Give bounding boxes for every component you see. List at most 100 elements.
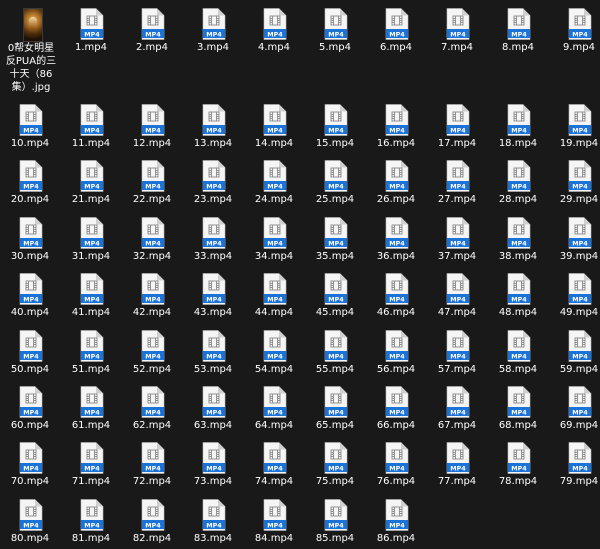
file-item-mp4[interactable]: MP4 1.mp4 <box>61 4 121 58</box>
file-item-image[interactable]: 0帮女明星 反PUA的三 十天（86 集）.jpg <box>1 4 61 100</box>
file-item-mp4[interactable]: MP4 47.mp4 <box>427 269 487 323</box>
file-item-mp4[interactable]: MP4 78.mp4 <box>488 438 548 492</box>
file-item-mp4[interactable]: MP4 80.mp4 <box>0 495 60 549</box>
file-item-mp4[interactable]: MP4 31.mp4 <box>61 213 121 267</box>
file-item-mp4[interactable]: MP4 59.mp4 <box>549 326 600 380</box>
file-item-mp4[interactable]: MP4 49.mp4 <box>549 269 600 323</box>
file-item-mp4[interactable]: MP4 50.mp4 <box>0 326 60 380</box>
file-item-mp4[interactable]: MP4 65.mp4 <box>305 382 365 436</box>
file-item-mp4[interactable]: MP4 9.mp4 <box>549 4 600 58</box>
file-item-mp4[interactable]: MP4 29.mp4 <box>549 156 600 210</box>
file-item-mp4[interactable]: MP4 41.mp4 <box>61 269 121 323</box>
file-item-mp4[interactable]: MP4 7.mp4 <box>427 4 487 58</box>
file-item-mp4[interactable]: MP4 79.mp4 <box>549 438 600 492</box>
file-item-mp4[interactable]: MP4 72.mp4 <box>122 438 182 492</box>
file-name-label: 81.mp4 <box>71 533 111 544</box>
file-item-mp4[interactable]: MP4 56.mp4 <box>366 326 426 380</box>
file-item-mp4[interactable]: MP4 24.mp4 <box>244 156 304 210</box>
mp4-file-icon: MP4 <box>446 273 470 305</box>
file-item-mp4[interactable]: MP4 74.mp4 <box>244 438 304 492</box>
file-item-mp4[interactable]: MP4 3.mp4 <box>183 4 243 58</box>
file-item-mp4[interactable]: MP4 62.mp4 <box>122 382 182 436</box>
file-item-mp4[interactable]: MP4 25.mp4 <box>305 156 365 210</box>
file-item-mp4[interactable]: MP4 53.mp4 <box>183 326 243 380</box>
file-item-mp4[interactable]: MP4 23.mp4 <box>183 156 243 210</box>
file-item-mp4[interactable]: MP4 57.mp4 <box>427 326 487 380</box>
file-item-mp4[interactable]: MP4 66.mp4 <box>366 382 426 436</box>
file-item-mp4[interactable]: MP4 8.mp4 <box>488 4 548 58</box>
file-item-mp4[interactable]: MP4 12.mp4 <box>122 100 182 154</box>
file-item-mp4[interactable]: MP4 14.mp4 <box>244 100 304 154</box>
file-item-mp4[interactable]: MP4 82.mp4 <box>122 495 182 549</box>
file-item-mp4[interactable]: MP4 46.mp4 <box>366 269 426 323</box>
file-name-label: 4.mp4 <box>258 42 290 53</box>
file-item-mp4[interactable]: MP4 21.mp4 <box>61 156 121 210</box>
file-item-mp4[interactable]: MP4 58.mp4 <box>488 326 548 380</box>
mp4-file-icon: MP4 <box>19 499 43 531</box>
file-item-mp4[interactable]: MP4 83.mp4 <box>183 495 243 549</box>
file-item-mp4[interactable]: MP4 38.mp4 <box>488 213 548 267</box>
file-item-mp4[interactable]: MP4 18.mp4 <box>488 100 548 154</box>
file-item-mp4[interactable]: MP4 11.mp4 <box>61 100 121 154</box>
file-item-mp4[interactable]: MP4 81.mp4 <box>61 495 121 549</box>
file-item-mp4[interactable]: MP4 37.mp4 <box>427 213 487 267</box>
file-item-mp4[interactable]: MP4 61.mp4 <box>61 382 121 436</box>
file-item-mp4[interactable]: MP4 42.mp4 <box>122 269 182 323</box>
file-item-mp4[interactable]: MP4 84.mp4 <box>244 495 304 549</box>
file-item-mp4[interactable]: MP4 44.mp4 <box>244 269 304 323</box>
file-item-mp4[interactable]: MP4 20.mp4 <box>0 156 60 210</box>
file-item-mp4[interactable]: MP4 33.mp4 <box>183 213 243 267</box>
file-item-mp4[interactable]: MP4 75.mp4 <box>305 438 365 492</box>
file-item-mp4[interactable]: MP4 51.mp4 <box>61 326 121 380</box>
file-item-mp4[interactable]: MP4 55.mp4 <box>305 326 365 380</box>
file-item-mp4[interactable]: MP4 40.mp4 <box>0 269 60 323</box>
file-name-label: 15.mp4 <box>315 138 355 149</box>
file-item-mp4[interactable]: MP4 71.mp4 <box>61 438 121 492</box>
svg-text:MP4: MP4 <box>23 126 39 134</box>
file-item-mp4[interactable]: MP4 10.mp4 <box>0 100 60 154</box>
file-item-mp4[interactable]: MP4 70.mp4 <box>0 438 60 492</box>
file-item-mp4[interactable]: MP4 86.mp4 <box>366 495 426 549</box>
file-item-mp4[interactable]: MP4 52.mp4 <box>122 326 182 380</box>
file-item-mp4[interactable]: MP4 39.mp4 <box>549 213 600 267</box>
file-item-mp4[interactable]: MP4 36.mp4 <box>366 213 426 267</box>
file-item-mp4[interactable]: MP4 67.mp4 <box>427 382 487 436</box>
file-item-mp4[interactable]: MP4 13.mp4 <box>183 100 243 154</box>
file-item-mp4[interactable]: MP4 27.mp4 <box>427 156 487 210</box>
svg-text:MP4: MP4 <box>389 408 405 416</box>
mp4-file-icon: MP4 <box>263 273 287 305</box>
mp4-file-icon: MP4 <box>446 160 470 192</box>
file-item-mp4[interactable]: MP4 16.mp4 <box>366 100 426 154</box>
file-item-mp4[interactable]: MP4 34.mp4 <box>244 213 304 267</box>
file-item-mp4[interactable]: MP4 73.mp4 <box>183 438 243 492</box>
file-item-mp4[interactable]: MP4 48.mp4 <box>488 269 548 323</box>
file-item-mp4[interactable]: MP4 5.mp4 <box>305 4 365 58</box>
file-item-mp4[interactable]: MP4 45.mp4 <box>305 269 365 323</box>
file-item-mp4[interactable]: MP4 4.mp4 <box>244 4 304 58</box>
file-item-mp4[interactable]: MP4 54.mp4 <box>244 326 304 380</box>
file-item-mp4[interactable]: MP4 30.mp4 <box>0 213 60 267</box>
file-item-mp4[interactable]: MP4 22.mp4 <box>122 156 182 210</box>
file-item-mp4[interactable]: MP4 6.mp4 <box>366 4 426 58</box>
file-item-mp4[interactable]: MP4 77.mp4 <box>427 438 487 492</box>
svg-text:MP4: MP4 <box>23 182 39 190</box>
file-item-mp4[interactable]: MP4 43.mp4 <box>183 269 243 323</box>
file-item-mp4[interactable]: MP4 85.mp4 <box>305 495 365 549</box>
file-item-mp4[interactable]: MP4 32.mp4 <box>122 213 182 267</box>
file-item-mp4[interactable]: MP4 19.mp4 <box>549 100 600 154</box>
mp4-file-icon: MP4 <box>202 330 226 362</box>
file-item-mp4[interactable]: MP4 64.mp4 <box>244 382 304 436</box>
file-item-mp4[interactable]: MP4 63.mp4 <box>183 382 243 436</box>
file-item-mp4[interactable]: MP4 2.mp4 <box>122 4 182 58</box>
file-item-mp4[interactable]: MP4 26.mp4 <box>366 156 426 210</box>
file-item-mp4[interactable]: MP4 15.mp4 <box>305 100 365 154</box>
file-name-label: 75.mp4 <box>315 476 355 487</box>
file-item-mp4[interactable]: MP4 68.mp4 <box>488 382 548 436</box>
file-item-mp4[interactable]: MP4 76.mp4 <box>366 438 426 492</box>
file-item-mp4[interactable]: MP4 28.mp4 <box>488 156 548 210</box>
file-item-mp4[interactable]: MP4 35.mp4 <box>305 213 365 267</box>
file-item-mp4[interactable]: MP4 60.mp4 <box>0 382 60 436</box>
file-item-mp4[interactable]: MP4 69.mp4 <box>549 382 600 436</box>
file-item-mp4[interactable]: MP4 17.mp4 <box>427 100 487 154</box>
mp4-file-icon: MP4 <box>324 217 348 249</box>
